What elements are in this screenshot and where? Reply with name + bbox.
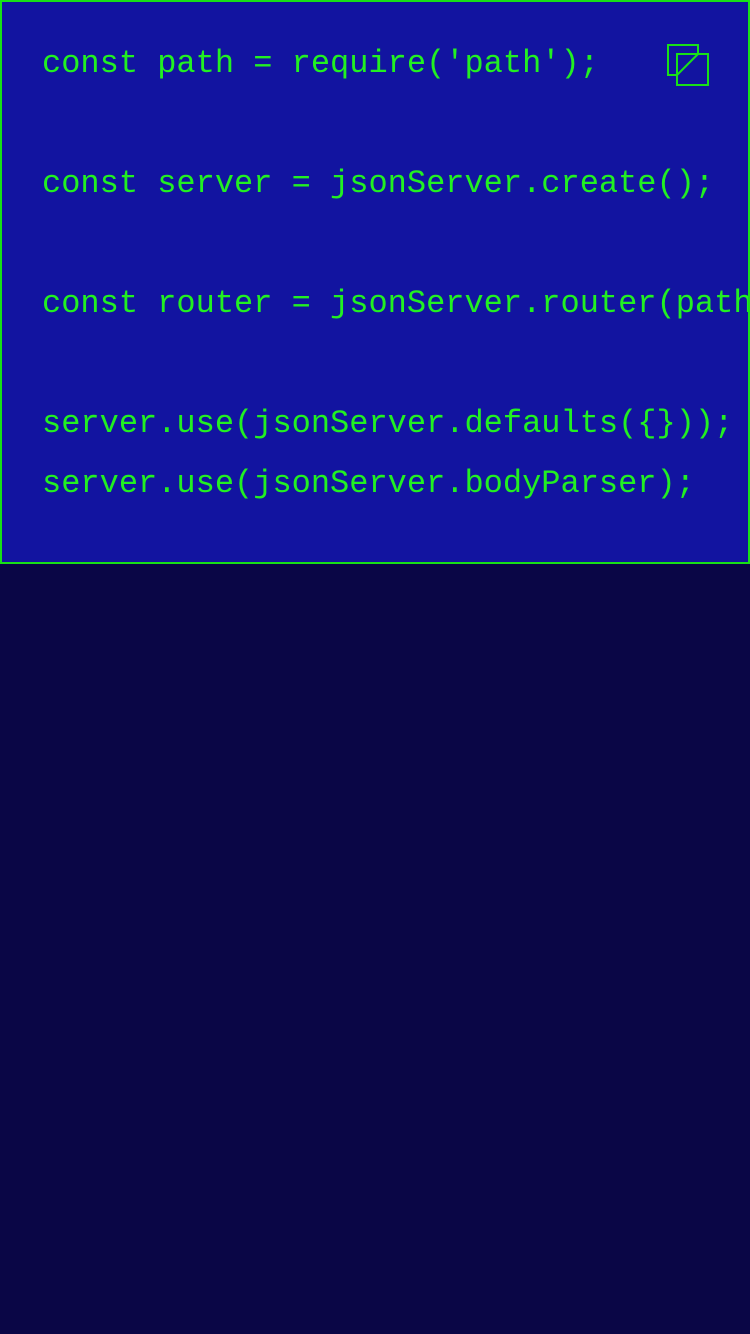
code-line: server.use(jsonServer.bodyParser); — [42, 465, 695, 502]
code-line: server.use(jsonServer.defaults({})); — [42, 405, 734, 442]
copy-button[interactable] — [662, 40, 712, 90]
code-line-blank — [42, 94, 748, 154]
code-block: const path = require('path'); const serv… — [0, 0, 750, 564]
code-line-blank — [42, 214, 748, 274]
empty-page-area — [0, 564, 750, 1334]
code-lines: const path = require('path'); const serv… — [42, 34, 750, 514]
code-line-blank — [42, 334, 748, 394]
code-line: const server = jsonServer.create(); — [42, 165, 715, 202]
copy-icon — [662, 40, 712, 90]
code-line: const path = require('path'); — [42, 45, 599, 82]
code-line: const router = jsonServer.router(path — [42, 285, 750, 322]
